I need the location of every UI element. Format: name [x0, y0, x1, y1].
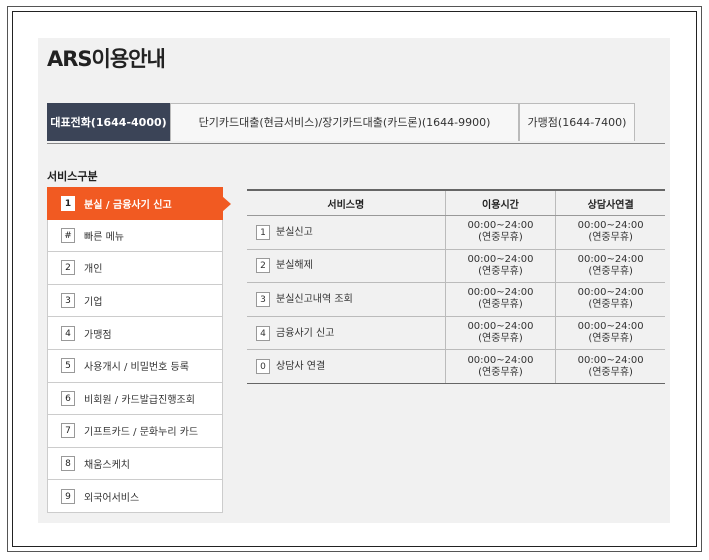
tab-card-loan[interactable]: 단기카드대출(현금서비스)/장기카드대출(카드론)(1644-9900) [170, 103, 519, 141]
menu-item-label: 사용개시 / 비밀번호 등록 [84, 362, 189, 374]
agent-note: (연중무휴) [588, 265, 633, 277]
agent-cell: 00:00~24:00 (연중무휴) [555, 282, 665, 317]
table-row: 0 상담사 연결 00:00~24:00 (연중무휴) 00:00~24:00 (연중… [247, 349, 665, 384]
menu-item-sketch[interactable]: 8 채움스케치 [47, 447, 223, 481]
hours-cell: 00:00~24:00 (연중무휴) [444, 249, 556, 284]
menu-item-label: 비회원 / 카드발급진행조회 [84, 394, 195, 406]
menu-item-number: 4 [61, 325, 75, 341]
service-section-label: 서비스구분 [47, 170, 98, 183]
menu-item-label: 기업 [84, 297, 103, 309]
agent-cell: 00:00~24:00 (연중무휴) [555, 215, 665, 250]
agent-note: (연중무휴) [588, 333, 633, 345]
menu-item-quick-menu[interactable]: # 빠른 메뉴 [47, 219, 223, 253]
menu-item-number: 8 [61, 456, 75, 472]
menu-item-label: 빠른 메뉴 [84, 231, 124, 243]
agent-value: 00:00~24:00 [577, 354, 644, 366]
service-number: 0 [256, 359, 270, 375]
service-table: 서비스명 이용시간 상담사연결 1 분실신고 00:00~24:00 (연중무휴) … [247, 189, 665, 384]
table-row: 1 분실신고 00:00~24:00 (연중무휴) 00:00~24:00 (연중무휴… [247, 215, 665, 250]
menu-item-activation-password[interactable]: 5 사용개시 / 비밀번호 등록 [47, 349, 223, 383]
menu-item-number: 1 [61, 195, 75, 211]
agent-cell: 00:00~24:00 (연중무휴) [555, 316, 665, 351]
hours-value: 00:00~24:00 [467, 287, 534, 299]
menu-item-gift-card[interactable]: 7 기프트카드 / 문화누리 카드 [47, 415, 223, 448]
service-name: 금융사기 신고 [276, 327, 335, 339]
menu-item-number: 6 [61, 390, 75, 406]
agent-note: (연중무휴) [588, 366, 633, 378]
menu-item-loss-report[interactable]: 1 분실 / 금융사기 신고 [47, 187, 231, 220]
menu-item-number: 3 [61, 293, 75, 309]
hours-value: 00:00~24:00 [467, 253, 534, 265]
tab-merchant[interactable]: 가맹점(1644-7400) [519, 103, 635, 141]
hours-cell: 00:00~24:00 (연중무휴) [444, 282, 556, 317]
hours-cell: 00:00~24:00 (연중무휴) [444, 215, 556, 250]
service-menu: 1 분실 / 금융사기 신고 # 빠른 메뉴 2 개인 3 기업 4 가맹점 5… [47, 187, 231, 513]
table-header-row: 서비스명 이용시간 상담사연결 [247, 189, 665, 216]
agent-value: 00:00~24:00 [577, 220, 644, 232]
menu-item-label: 외국어서비스 [84, 492, 140, 504]
service-number: 3 [256, 291, 270, 307]
menu-item-number: 7 [61, 423, 75, 439]
menu-item-foreign-language[interactable]: 9 외국어서비스 [47, 480, 223, 513]
menu-item-number: 5 [61, 358, 75, 374]
page-title: ARS이용안내 [47, 47, 166, 71]
service-number: 4 [256, 325, 270, 341]
table-row: 2 분실해제 00:00~24:00 (연중무휴) 00:00~24:00 (연중무휴… [247, 249, 665, 284]
menu-item-number: 2 [61, 260, 75, 276]
hours-note: (연중무휴) [478, 232, 523, 244]
hours-note: (연중무휴) [478, 299, 523, 311]
hours-note: (연중무휴) [478, 333, 523, 345]
menu-item-number: # [61, 227, 75, 243]
menu-item-personal[interactable]: 2 개인 [47, 252, 223, 285]
service-name: 분실신고내역 조회 [276, 293, 353, 305]
hours-value: 00:00~24:00 [467, 220, 534, 232]
tab-main-phone[interactable]: 대표전화(1644-4000) [47, 103, 170, 141]
column-header-agent: 상담사연결 [555, 189, 665, 216]
tab-bar: 대표전화(1644-4000) 단기카드대출(현금서비스)/장기카드대출(카드론… [47, 103, 665, 144]
service-number: 2 [256, 258, 270, 274]
menu-item-corporate[interactable]: 3 기업 [47, 284, 223, 318]
agent-note: (연중무휴) [588, 299, 633, 311]
service-name-cell: 3 분실신고내역 조회 [247, 282, 446, 317]
menu-item-merchant[interactable]: 4 가맹점 [47, 317, 223, 350]
service-name-cell: 1 분실신고 [247, 215, 446, 250]
menu-item-label: 기프트카드 / 문화누리 카드 [84, 427, 199, 439]
menu-item-non-member[interactable]: 6 비회원 / 카드발급진행조회 [47, 382, 223, 416]
service-name: 분실신고 [276, 226, 313, 238]
hours-cell: 00:00~24:00 (연중무휴) [444, 316, 556, 351]
service-name: 분실해제 [276, 260, 313, 272]
column-header-hours: 이용시간 [444, 189, 556, 216]
menu-item-label: 가맹점 [84, 329, 112, 341]
hours-note: (연중무휴) [478, 265, 523, 277]
menu-item-number: 9 [61, 488, 75, 504]
hours-value: 00:00~24:00 [467, 354, 534, 366]
menu-item-label: 분실 / 금융사기 신고 [84, 199, 172, 211]
agent-value: 00:00~24:00 [577, 321, 644, 333]
column-header-service: 서비스명 [247, 189, 446, 216]
service-name-cell: 4 금융사기 신고 [247, 316, 446, 351]
agent-cell: 00:00~24:00 (연중무휴) [555, 349, 665, 384]
table-row: 4 금융사기 신고 00:00~24:00 (연중무휴) 00:00~24:00 (연… [247, 316, 665, 351]
agent-note: (연중무휴) [588, 232, 633, 244]
service-name: 상담사 연결 [276, 361, 326, 373]
agent-value: 00:00~24:00 [577, 253, 644, 265]
hours-value: 00:00~24:00 [467, 321, 534, 333]
service-name-cell: 2 분실해제 [247, 249, 446, 284]
agent-value: 00:00~24:00 [577, 287, 644, 299]
menu-item-label: 개인 [84, 264, 103, 276]
agent-cell: 00:00~24:00 (연중무휴) [555, 249, 665, 284]
service-name-cell: 0 상담사 연결 [247, 349, 446, 384]
service-number: 1 [256, 224, 270, 240]
hours-cell: 00:00~24:00 (연중무휴) [444, 349, 556, 384]
menu-item-label: 채움스케치 [84, 460, 130, 472]
hours-note: (연중무휴) [478, 366, 523, 378]
table-row: 3 분실신고내역 조회 00:00~24:00 (연중무휴) 00:00~24:00… [247, 282, 665, 317]
